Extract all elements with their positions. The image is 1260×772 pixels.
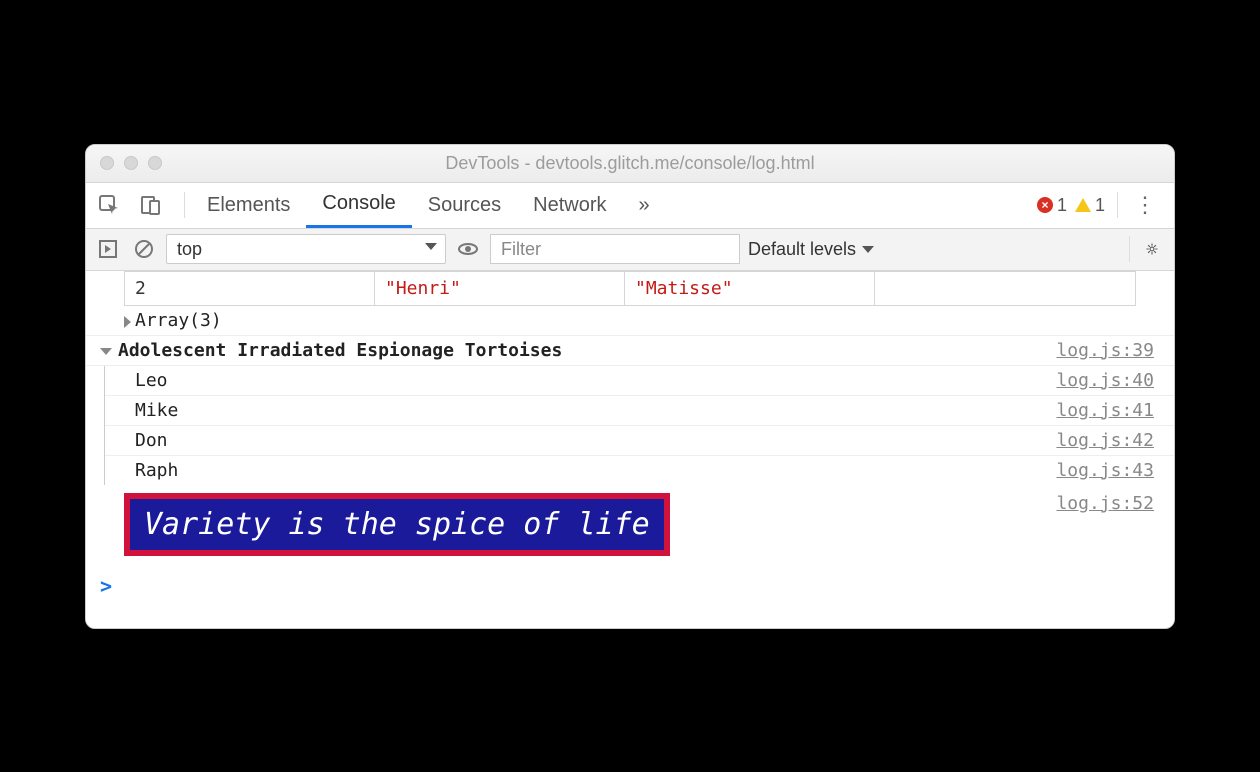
separator xyxy=(1117,192,1118,218)
status-icons: × 1 1 xyxy=(1037,195,1111,216)
separator xyxy=(184,192,185,218)
clear-console-icon[interactable] xyxy=(130,239,158,259)
error-count-value: 1 xyxy=(1057,195,1067,216)
array-summary-text: Array(3) xyxy=(135,310,1160,331)
log-text: Raph xyxy=(135,460,1056,481)
error-count[interactable]: × 1 xyxy=(1037,195,1067,216)
console-settings-icon[interactable] xyxy=(1138,238,1166,260)
collapse-arrow-icon[interactable] xyxy=(100,348,112,355)
log-text: Leo xyxy=(135,370,1056,391)
log-text: Mike xyxy=(135,400,1056,421)
table-cell-first: "Henri" xyxy=(375,271,625,305)
devtools-window: DevTools - devtools.glitch.me/console/lo… xyxy=(85,144,1175,629)
source-link[interactable]: log.js:39 xyxy=(1056,340,1160,361)
styled-log-text: Variety is the spice of life xyxy=(124,493,670,556)
settings-menu-icon[interactable]: ⋮ xyxy=(1124,192,1166,218)
source-link[interactable]: log.js:40 xyxy=(1056,370,1160,391)
titlebar: DevTools - devtools.glitch.me/console/lo… xyxy=(86,145,1174,183)
tab-network[interactable]: Network xyxy=(517,182,622,228)
group-title: Adolescent Irradiated Espionage Tortoise… xyxy=(118,340,1056,361)
close-window-button[interactable] xyxy=(100,156,114,170)
live-expression-icon[interactable] xyxy=(454,238,482,260)
panel-tabs: Elements Console Sources Network » × 1 1… xyxy=(86,183,1174,229)
error-icon: × xyxy=(1037,197,1053,213)
window-controls xyxy=(100,156,162,170)
prompt-chevron-icon: > xyxy=(100,574,112,598)
tab-elements[interactable]: Elements xyxy=(191,182,306,228)
toggle-drawer-icon[interactable] xyxy=(94,239,122,259)
log-text: Don xyxy=(135,430,1056,451)
log-levels-label: Default levels xyxy=(748,239,856,260)
inspect-element-icon[interactable] xyxy=(94,190,124,220)
array-summary-line[interactable]: Array(3) xyxy=(86,306,1174,336)
expand-arrow-icon[interactable] xyxy=(124,316,131,328)
context-selector-value: top xyxy=(177,239,202,260)
table-cell-index: 2 xyxy=(125,271,375,305)
source-link[interactable]: log.js:52 xyxy=(1056,493,1160,514)
context-selector[interactable]: top xyxy=(166,234,446,264)
console-prompt[interactable]: > xyxy=(86,564,1174,608)
console-group-header[interactable]: Adolescent Irradiated Espionage Tortoise… xyxy=(86,336,1174,366)
styled-log-line[interactable]: Variety is the spice of life log.js:52 xyxy=(86,485,1174,564)
console-group-body: Leo log.js:40 Mike log.js:41 Don log.js:… xyxy=(104,366,1174,485)
console-log-line[interactable]: Leo log.js:40 xyxy=(105,366,1174,396)
table-row[interactable]: 2 "Henri" "Matisse" xyxy=(125,271,1136,305)
source-link[interactable]: log.js:43 xyxy=(1056,460,1160,481)
log-levels-selector[interactable]: Default levels xyxy=(748,239,874,260)
minimize-window-button[interactable] xyxy=(124,156,138,170)
table-cell-last: "Matisse" xyxy=(625,271,875,305)
console-log-line[interactable]: Mike log.js:41 xyxy=(105,396,1174,426)
console-log-line[interactable]: Raph log.js:43 xyxy=(105,456,1174,485)
separator xyxy=(1129,236,1130,262)
console-body: 2 "Henri" "Matisse" Array(3) Adolescent … xyxy=(86,271,1174,628)
tab-sources[interactable]: Sources xyxy=(412,182,517,228)
tabs-overflow[interactable]: » xyxy=(623,182,666,228)
console-log-line[interactable]: Don log.js:42 xyxy=(105,426,1174,456)
warning-count[interactable]: 1 xyxy=(1075,195,1105,216)
tab-console[interactable]: Console xyxy=(306,182,411,228)
chevron-down-icon xyxy=(425,243,437,250)
table-cell-empty xyxy=(875,271,1136,305)
source-link[interactable]: log.js:42 xyxy=(1056,430,1160,451)
device-toolbar-icon[interactable] xyxy=(136,190,166,220)
chevron-down-icon xyxy=(862,246,874,253)
source-link[interactable]: log.js:41 xyxy=(1056,400,1160,421)
window-title: DevTools - devtools.glitch.me/console/lo… xyxy=(86,153,1174,174)
console-toolbar: top Default levels xyxy=(86,229,1174,271)
warning-count-value: 1 xyxy=(1095,195,1105,216)
zoom-window-button[interactable] xyxy=(148,156,162,170)
warning-icon xyxy=(1075,198,1091,212)
filter-input[interactable] xyxy=(490,234,740,264)
console-table: 2 "Henri" "Matisse" xyxy=(124,271,1136,306)
